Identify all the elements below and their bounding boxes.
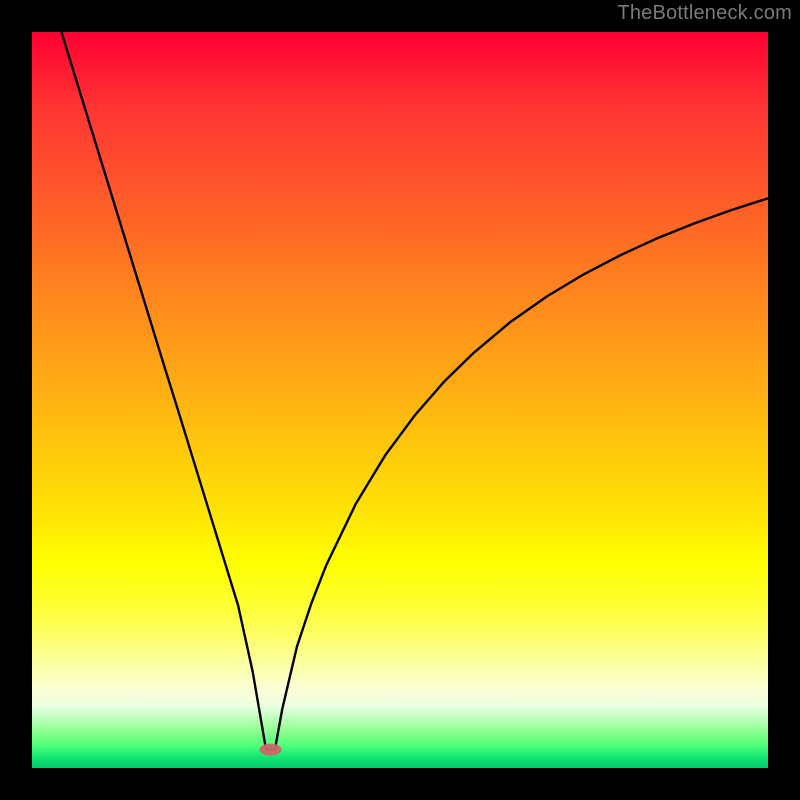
chart-frame: TheBottleneck.com [0, 0, 800, 800]
optimum-marker [259, 744, 281, 756]
plot-area [32, 32, 768, 768]
curve-layer [32, 32, 768, 768]
bottleneck-curve [61, 32, 768, 750]
watermark-label: TheBottleneck.com [617, 2, 792, 25]
